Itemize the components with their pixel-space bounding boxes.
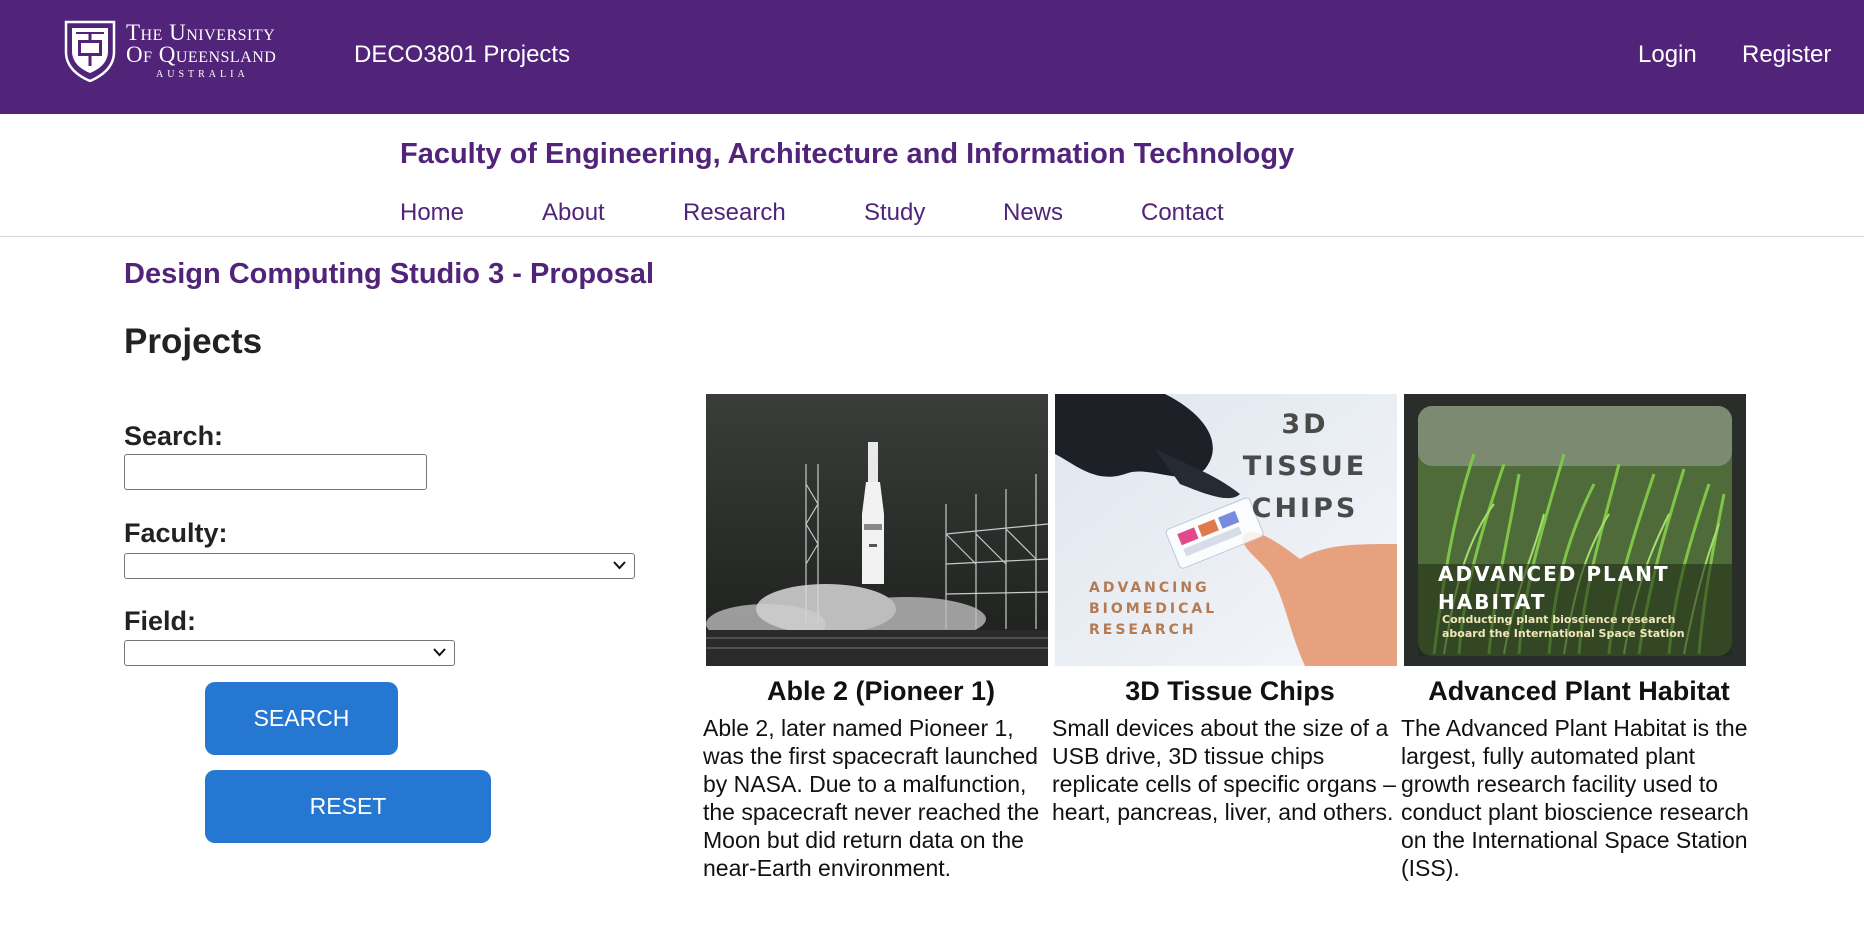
- faculty-title[interactable]: Faculty of Engineering, Architecture and…: [400, 138, 1294, 171]
- chevron-down-icon: [613, 561, 626, 570]
- page-heading: Design Computing Studio 3 - Proposal: [124, 258, 655, 290]
- search-label: Search:: [124, 421, 224, 451]
- project-description: Able 2, later named Pioneer 1, was the f…: [703, 715, 1040, 881]
- project-title[interactable]: Able 2 (Pioneer 1): [706, 676, 1056, 707]
- logo-text-line3: AUSTRALIA: [156, 69, 249, 80]
- nav-item-contact[interactable]: Contact: [1141, 199, 1224, 227]
- top-bar: The University Of Queensland AUSTRALIA D…: [0, 0, 1864, 114]
- project-description: The Advanced Plant Habitat is the larges…: [1401, 715, 1749, 881]
- field-select[interactable]: [124, 640, 455, 666]
- faculty-select[interactable]: [124, 553, 635, 579]
- nav-item-research[interactable]: Research: [683, 199, 786, 227]
- tissue-chip-heading: 3D TISSUE CHIPS: [1242, 409, 1368, 524]
- search-button[interactable]: SEARCH: [205, 682, 398, 755]
- project-title[interactable]: 3D Tissue Chips: [1055, 676, 1405, 707]
- chevron-down-icon: [433, 648, 446, 657]
- logo-text-line2: Of Queensland: [126, 42, 277, 67]
- plant-habitat-photo[interactable]: ADVANCED PLANT HABITAT Conducting plant …: [1404, 394, 1746, 666]
- faculty-label: Faculty:: [124, 518, 228, 548]
- tissue-chip-photo[interactable]: 3D TISSUE CHIPS ADVANCING BIOMEDICAL RES…: [1055, 394, 1397, 666]
- reset-button[interactable]: RESET: [205, 770, 491, 843]
- nav-item-about[interactable]: About: [542, 199, 605, 227]
- section-heading: Projects: [124, 322, 263, 361]
- search-input[interactable]: [124, 454, 427, 490]
- nav-item-news[interactable]: News: [1003, 199, 1063, 227]
- project-description: Small devices about the size of a USB dr…: [1052, 715, 1396, 825]
- nav-item-home[interactable]: Home: [400, 199, 464, 227]
- uq-crest-icon: [64, 20, 116, 82]
- field-label: Field:: [124, 606, 196, 636]
- login-link[interactable]: Login: [1638, 41, 1697, 69]
- nav-item-study[interactable]: Study: [864, 199, 925, 227]
- site-title[interactable]: DECO3801 Projects: [354, 41, 570, 69]
- project-title[interactable]: Advanced Plant Habitat: [1404, 676, 1754, 707]
- tissue-chip-subheading: ADVANCING BIOMEDICAL RESEARCH: [1089, 580, 1218, 638]
- plant-habitat-heading: ADVANCED PLANT HABITAT: [1438, 562, 1670, 614]
- register-link[interactable]: Register: [1742, 41, 1831, 69]
- plant-habitat-subheading: Conducting plant bioscience research abo…: [1442, 613, 1685, 640]
- uq-logo[interactable]: The University Of Queensland AUSTRALIA: [64, 20, 304, 84]
- rocket-launch-photo[interactable]: [706, 394, 1048, 666]
- nav-divider: [0, 236, 1864, 237]
